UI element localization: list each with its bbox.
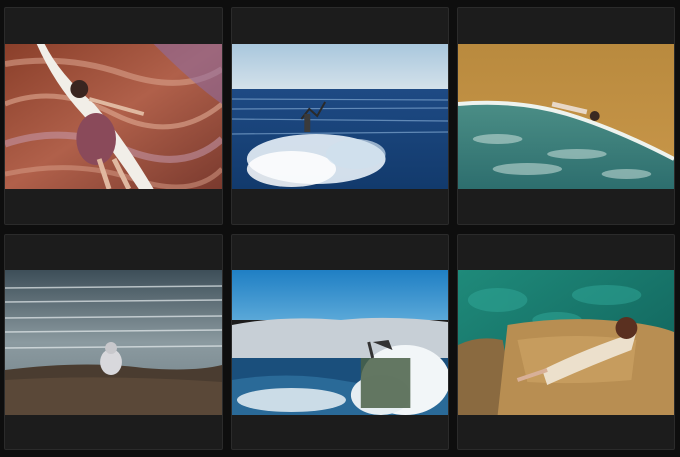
gallery-card-3[interactable] [457, 7, 675, 225]
gallery-card-6[interactable] [457, 234, 675, 450]
gallery-card-1[interactable] [4, 7, 223, 225]
photo-person-on-rock-facing-sea[interactable] [5, 270, 222, 415]
photo-woman-on-rock-turquoise-water[interactable] [458, 270, 674, 415]
photo-gallery-grid [0, 0, 680, 457]
photo-striped-rock-woman[interactable] [5, 44, 222, 189]
photo-figure-in-waves[interactable] [232, 44, 448, 189]
gallery-card-5[interactable] [231, 234, 449, 450]
photo-figure-with-flag-in-surf[interactable] [232, 270, 448, 415]
gallery-card-4[interactable] [4, 234, 223, 450]
photo-sandy-shoreline-woman[interactable] [458, 44, 674, 189]
gallery-card-2[interactable] [231, 7, 449, 225]
